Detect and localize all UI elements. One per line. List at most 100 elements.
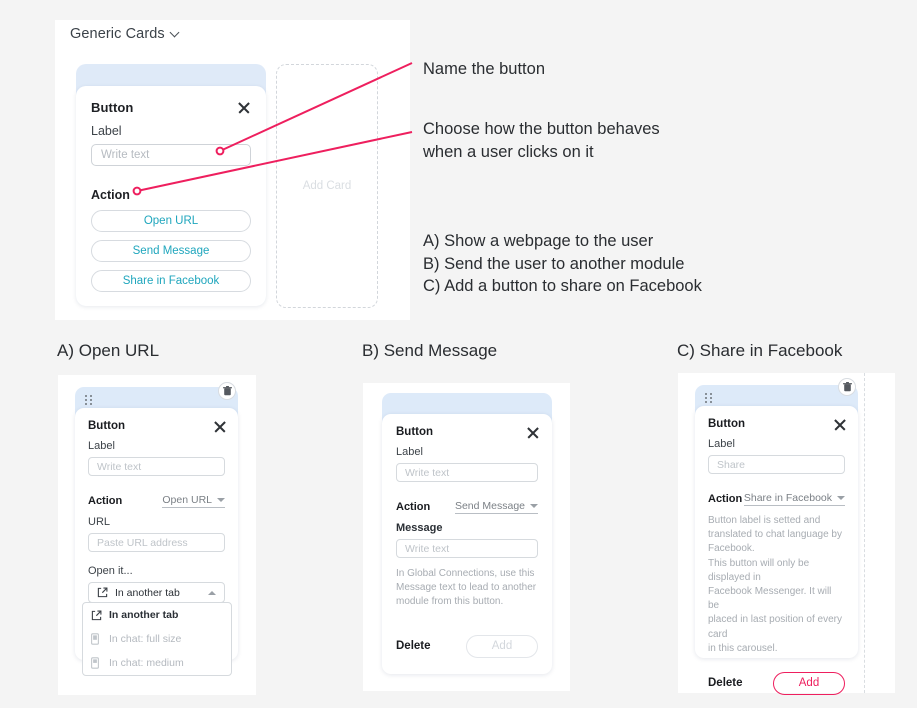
open-it-label: Open it... bbox=[88, 565, 133, 577]
panel-a-screenshot: Button Label Write text Action Open URL … bbox=[58, 375, 256, 695]
label-input[interactable]: Share bbox=[708, 455, 845, 474]
panel-c-right-strip bbox=[866, 373, 895, 693]
chevron-down-icon bbox=[217, 498, 225, 502]
label-input-placeholder: Write text bbox=[101, 149, 150, 161]
trash-icon[interactable] bbox=[838, 378, 856, 396]
panel-b-screenshot: Button Label Write text Action Send Mess… bbox=[363, 383, 570, 691]
add-card-label: Add Card bbox=[302, 180, 352, 192]
add-button-label: Add bbox=[491, 640, 513, 653]
label-input-placeholder: Share bbox=[717, 458, 746, 471]
external-link-icon bbox=[91, 609, 102, 621]
label-input-placeholder: Write text bbox=[405, 466, 450, 479]
card-title: Button bbox=[396, 426, 434, 438]
action-row: Action Send Message bbox=[396, 500, 538, 514]
label-field-label: Label bbox=[396, 446, 423, 458]
label-field-label: Label bbox=[88, 440, 115, 452]
label-field-label: Label bbox=[91, 124, 122, 138]
url-input-placeholder: Paste URL address bbox=[97, 536, 188, 549]
dropdown-option-in-chat-full-size[interactable]: In chat: full size bbox=[83, 627, 231, 651]
chevron-up-icon bbox=[208, 590, 216, 595]
dropdown-option-in-chat-medium[interactable]: In chat: medium bbox=[83, 651, 231, 675]
panel-c-heading: C) Share in Facebook bbox=[677, 341, 843, 360]
card-title-row: Button bbox=[708, 418, 845, 430]
adjacent-card-dashed-edge bbox=[864, 373, 865, 693]
dropdown-option-label: In chat: medium bbox=[109, 657, 184, 669]
label-input[interactable]: Write text bbox=[91, 144, 251, 166]
message-input[interactable]: Write text bbox=[396, 539, 538, 558]
action-label: Action bbox=[396, 501, 431, 513]
action-select[interactable]: Open URL bbox=[162, 494, 225, 508]
card-body: Button Label Share Action Share in Faceb… bbox=[695, 406, 858, 695]
action-option-label: Open URL bbox=[143, 215, 199, 227]
generic-cards-label: Generic Cards bbox=[70, 26, 165, 42]
open-it-select[interactable]: In another tab bbox=[88, 582, 225, 603]
card-title-row: Button bbox=[396, 426, 538, 438]
action-label: Action bbox=[88, 495, 123, 507]
panel-b-heading: B) Send Message bbox=[362, 341, 498, 360]
button-card: Button Label Write text Action Open URL … bbox=[76, 64, 266, 306]
mobile-icon bbox=[91, 633, 102, 645]
trash-icon[interactable] bbox=[218, 382, 236, 400]
card-title: Button bbox=[708, 418, 746, 430]
action-select-value: Share in Facebook bbox=[743, 492, 832, 504]
annotation-choose-behaviour: Choose how the button behaves when a use… bbox=[423, 120, 660, 161]
message-field-label: Message bbox=[396, 522, 443, 534]
action-option-open-url[interactable]: Open URL bbox=[91, 210, 251, 232]
annotation-name-the-button: Name the button bbox=[423, 60, 545, 78]
card-title: Button bbox=[91, 100, 134, 115]
add-button-label: Add bbox=[798, 677, 820, 690]
action-select[interactable]: Send Message bbox=[454, 500, 538, 514]
chevron-down-icon bbox=[171, 28, 180, 37]
panel-c-screenshot: Button Label Share Action Share in Faceb… bbox=[678, 373, 866, 695]
action-label: Action bbox=[91, 188, 130, 202]
chevron-down-icon bbox=[837, 496, 845, 500]
url-field-label: URL bbox=[88, 516, 111, 528]
dropdown-option-in-another-tab[interactable]: In another tab bbox=[83, 603, 231, 627]
label-input-placeholder: Write text bbox=[97, 460, 142, 473]
action-select-value: Open URL bbox=[162, 494, 212, 506]
delete-button[interactable]: Delete bbox=[396, 640, 431, 652]
url-input[interactable]: Paste URL address bbox=[88, 533, 225, 552]
action-label: Action bbox=[708, 493, 743, 505]
generic-cards-dropdown[interactable]: Generic Cards bbox=[70, 26, 180, 42]
card-title-row: Button bbox=[88, 420, 225, 432]
external-link-icon bbox=[97, 587, 108, 599]
label-field-label: Label bbox=[708, 438, 735, 450]
card-title-row: Button bbox=[91, 100, 251, 115]
action-row: Action Share in Facebook bbox=[708, 492, 845, 506]
card-body: Button Label Write text Action Open URL … bbox=[76, 86, 266, 306]
card-footer: Delete Add bbox=[396, 634, 538, 658]
close-icon[interactable] bbox=[213, 420, 225, 432]
label-input[interactable]: Write text bbox=[88, 457, 225, 476]
dropdown-option-label: In another tab bbox=[109, 609, 179, 621]
action-row: Action Open URL bbox=[88, 494, 225, 508]
trash-glyph bbox=[222, 386, 232, 396]
close-icon[interactable] bbox=[833, 418, 845, 430]
action-option-label: Share in Facebook bbox=[122, 275, 220, 287]
message-help-text: In Global Connections, use this Message … bbox=[396, 568, 537, 608]
delete-button[interactable]: Delete bbox=[708, 677, 743, 689]
close-icon[interactable] bbox=[237, 101, 251, 115]
open-it-select-value: In another tab bbox=[115, 586, 180, 599]
card-body: Button Label Write text Action Send Mess… bbox=[382, 414, 552, 674]
action-option-share-in-facebook[interactable]: Share in Facebook bbox=[91, 270, 251, 292]
facebook-help-text: Button label is setted and translated to… bbox=[708, 515, 842, 654]
add-card-placeholder[interactable]: Add Card bbox=[276, 64, 378, 308]
add-button[interactable]: Add bbox=[466, 634, 538, 658]
label-input[interactable]: Write text bbox=[396, 463, 538, 482]
mobile-icon bbox=[91, 657, 102, 669]
drag-handle-icon[interactable] bbox=[705, 393, 714, 406]
action-option-label: Send Message bbox=[132, 245, 210, 257]
close-icon[interactable] bbox=[526, 426, 538, 438]
chevron-down-icon bbox=[530, 504, 538, 508]
message-input-placeholder: Write text bbox=[405, 542, 450, 555]
panel-a-heading: A) Open URL bbox=[57, 341, 160, 360]
open-it-dropdown-menu[interactable]: In another tab In chat: full size In cha… bbox=[82, 602, 232, 676]
card-title: Button bbox=[88, 420, 126, 432]
trash-glyph bbox=[842, 382, 852, 392]
action-select[interactable]: Share in Facebook bbox=[743, 492, 845, 506]
card-footer: Delete Add bbox=[708, 671, 845, 695]
drag-handle-icon[interactable] bbox=[85, 395, 94, 408]
add-button[interactable]: Add bbox=[773, 671, 845, 695]
action-option-send-message[interactable]: Send Message bbox=[91, 240, 251, 262]
